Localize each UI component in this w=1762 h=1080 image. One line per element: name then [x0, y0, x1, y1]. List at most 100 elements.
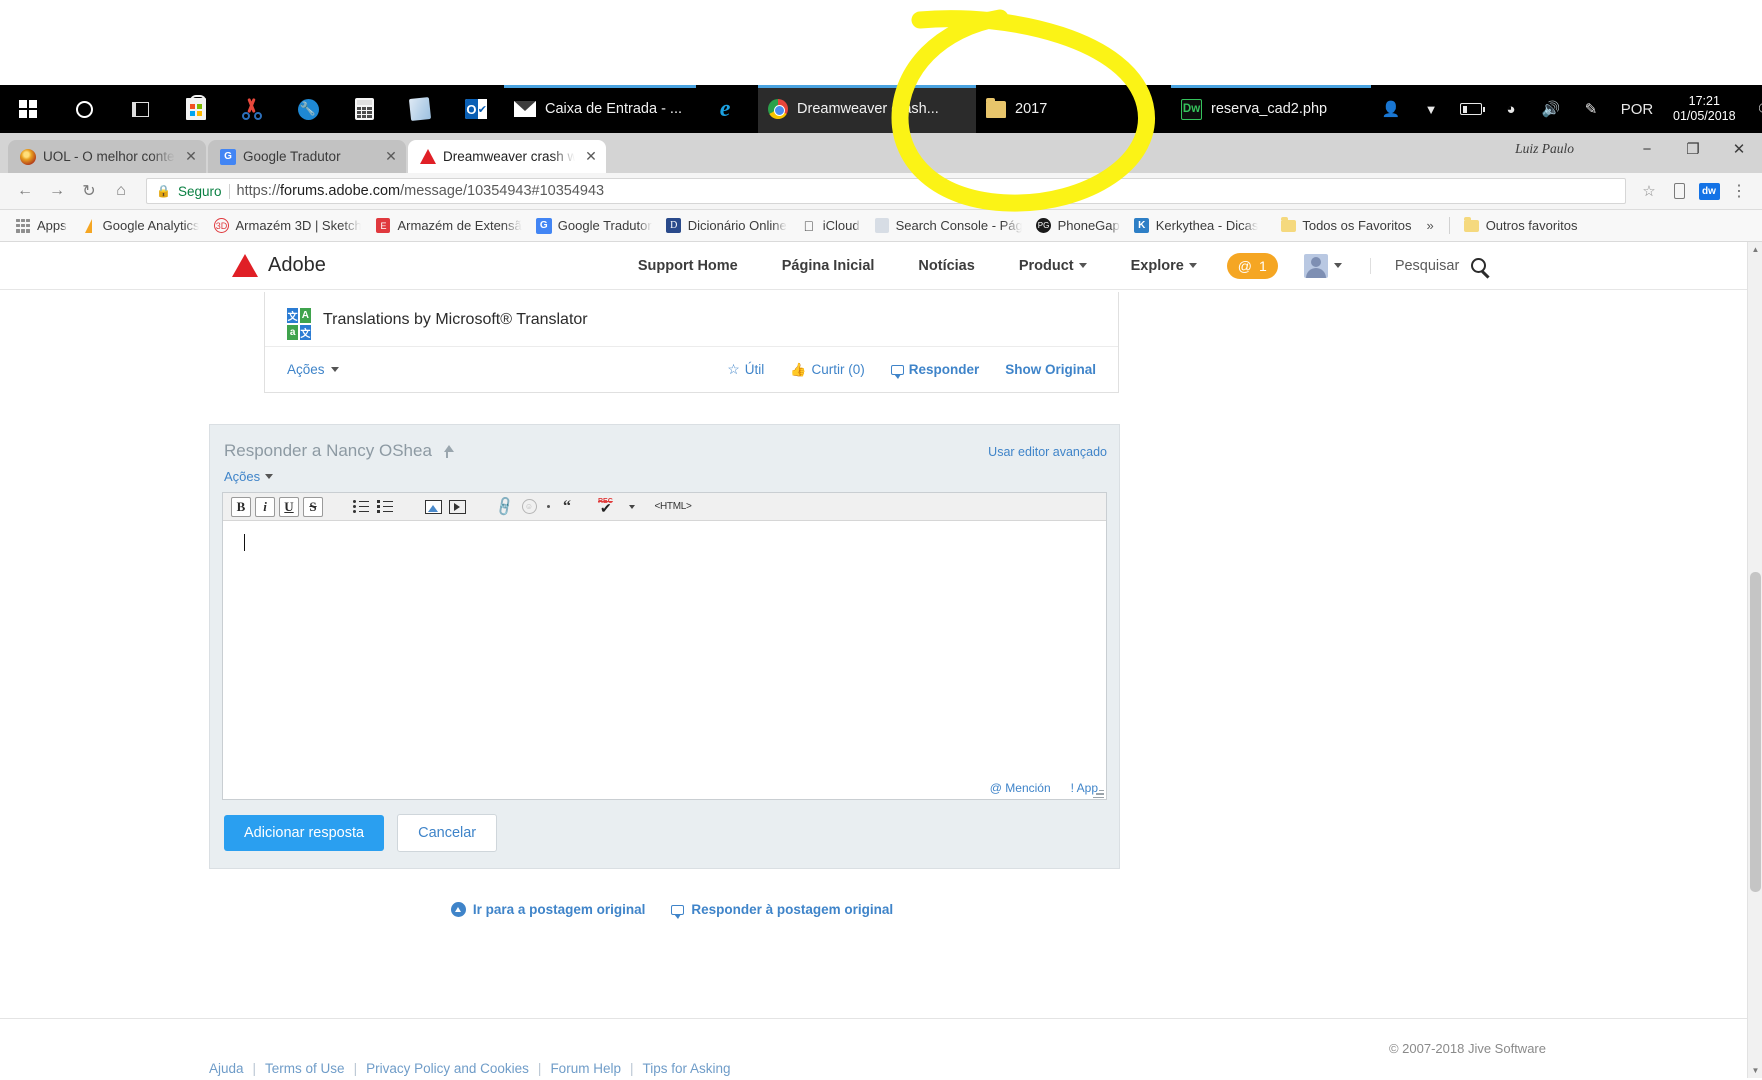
go-to-original-post-link[interactable]: Ir para a postagem original	[450, 902, 645, 917]
cancel-button[interactable]: Cancelar	[397, 814, 498, 852]
bookmark-phonegap[interactable]: PG PhoneGap	[1029, 215, 1127, 237]
mobile-device-icon[interactable]	[1666, 178, 1692, 204]
back-button[interactable]: ←	[10, 176, 40, 206]
adobe-logo[interactable]: Adobe	[232, 254, 326, 277]
pen-icon[interactable]: ✎	[1571, 85, 1611, 133]
taskbar-item-inbox[interactable]: Caixa de Entrada - ...	[504, 85, 697, 133]
bookmark-folder-todos-os-favoritos[interactable]: Todos os Favoritos	[1273, 215, 1418, 237]
mention-button[interactable]: @ Mención	[990, 781, 1051, 795]
scroll-up-arrow[interactable]: ▲	[1748, 242, 1762, 257]
taskbar-item-microsoft-store[interactable]	[168, 85, 224, 133]
browser-tab-google-tradutor[interactable]: G Google Tradutor ✕	[208, 140, 406, 173]
insert-video-button[interactable]	[447, 497, 467, 517]
reply-button[interactable]: Responder	[890, 362, 979, 379]
action-center-icon[interactable]: 🗨	[1746, 85, 1762, 133]
task-view-button[interactable]	[112, 85, 168, 133]
browser-tab-uol[interactable]: UOL - O melhor conteúdo ✕	[8, 140, 206, 173]
taskbar-item-outlook-icon[interactable]: O ✔	[448, 85, 504, 133]
bookmark-kerkythea[interactable]: K Kerkythea - Dicas	[1127, 215, 1266, 237]
taskbar-item-2017[interactable]: 2017	[976, 85, 1171, 133]
search-input[interactable]: Pesquisar	[1395, 258, 1459, 274]
maximize-button[interactable]: ❐	[1670, 133, 1716, 165]
battery-icon[interactable]	[1451, 85, 1491, 133]
bold-button[interactable]: B	[231, 496, 251, 517]
italic-button[interactable]: i	[255, 496, 275, 517]
start-button[interactable]	[0, 85, 56, 133]
post-actions-menu[interactable]: Ações	[287, 362, 339, 377]
close-button[interactable]: ✕	[1716, 133, 1762, 165]
reply-actions-menu[interactable]: Ações	[222, 461, 1107, 492]
bulleted-list-button[interactable]	[351, 497, 371, 517]
footer-link-privacy-policy[interactable]: Privacy Policy and Cookies	[357, 1061, 538, 1076]
numbered-list-button[interactable]	[375, 497, 395, 517]
bookmark-outros-favoritos[interactable]: Outros favoritos	[1457, 215, 1585, 237]
taskbar-item-sticky-notes[interactable]	[392, 85, 448, 133]
taskbar-item-support-assistant[interactable]: 🔧	[280, 85, 336, 133]
profile-name[interactable]: Luiz Paulo	[1515, 141, 1574, 157]
spellcheck-button[interactable]: REC ✔	[595, 497, 621, 517]
bookmark-search-console[interactable]: Search Console - Pág	[867, 215, 1029, 237]
address-bar[interactable]: 🔒 Seguro https://forums.adobe.com/messag…	[146, 178, 1626, 204]
bookmark-star-icon[interactable]: ☆	[1636, 178, 1662, 204]
clock[interactable]: 17:21 01/05/2018	[1663, 85, 1746, 133]
user-menu[interactable]	[1303, 253, 1342, 278]
taskbar-item-snipping-tool[interactable]	[224, 85, 280, 133]
nav-item-pagina-inicial[interactable]: Página Inicial	[760, 258, 897, 274]
bookmark-google-analytics[interactable]: Google Analytics	[74, 215, 207, 237]
resize-handle[interactable]	[1093, 787, 1104, 798]
footer-link-tips-for-asking[interactable]: Tips for Asking	[633, 1061, 739, 1076]
taskbar-item-edge[interactable]: e	[696, 85, 758, 133]
helpful-button[interactable]: ☆ Útil	[727, 361, 764, 378]
forward-button[interactable]: →	[42, 176, 72, 206]
mentions-badge[interactable]: @ 1	[1226, 252, 1278, 279]
quote-button[interactable]: “	[557, 497, 577, 517]
bookmarks-overflow-button[interactable]: »	[1418, 218, 1441, 233]
nav-item-noticias[interactable]: Notícias	[896, 258, 996, 274]
reload-button[interactable]: ↻	[74, 176, 104, 206]
minimize-button[interactable]: −	[1624, 133, 1670, 165]
collapse-icon[interactable]	[441, 444, 454, 458]
like-button[interactable]: 👍 Curtir (0)	[790, 362, 864, 378]
people-icon[interactable]: 👤	[1371, 85, 1411, 133]
bookmark-apps[interactable]: Apps	[8, 215, 74, 237]
bookmark-google-tradutor[interactable]: G Google Tradutor	[529, 215, 659, 237]
bookmark-armazem-extensoes[interactable]: E Armazém de Extensã	[368, 215, 528, 237]
scrollbar-thumb[interactable]	[1750, 572, 1761, 892]
taskbar-item-calculator[interactable]	[336, 85, 392, 133]
nav-item-product[interactable]: Product	[997, 258, 1109, 274]
home-button[interactable]: ⌂	[106, 176, 136, 206]
site-search[interactable]: Pesquisar	[1369, 257, 1487, 274]
editor-body[interactable]: @ Mención ! App	[223, 521, 1106, 799]
nav-item-support-home[interactable]: Support Home	[616, 258, 760, 274]
taskbar-item-dreamweaver-crash[interactable]: Dreamweaver crash...	[758, 85, 977, 133]
html-source-button[interactable]: <HTML>	[653, 497, 693, 517]
search-icon[interactable]	[1471, 258, 1487, 273]
advanced-editor-link[interactable]: Usar editor avançado	[988, 441, 1107, 459]
page-scrollbar[interactable]: ▲ ▼	[1747, 242, 1762, 1078]
scroll-down-arrow[interactable]: ▼	[1748, 1063, 1762, 1078]
browser-tab-dreamweaver-crash[interactable]: Dreamweaver crash wind ✕	[408, 140, 606, 173]
close-icon[interactable]: ✕	[582, 148, 600, 166]
wifi-icon[interactable]: ◕	[1491, 85, 1531, 133]
volume-icon[interactable]: 🔊	[1531, 85, 1571, 133]
chevron-up-icon[interactable]: ▼	[1411, 85, 1451, 133]
more-options-icon[interactable]	[543, 497, 553, 517]
add-reply-button[interactable]: Adicionar resposta	[224, 815, 385, 851]
bookmark-dicionario-online[interactable]: D Dicionário Online	[659, 215, 794, 237]
reply-to-original-post-link[interactable]: Responder à postagem original	[671, 902, 893, 919]
cortana-search-button[interactable]	[56, 85, 112, 133]
bookmark-armazem-3d[interactable]: 3D Armazém 3D | Sketch	[206, 215, 368, 237]
spellcheck-dropdown-button[interactable]	[625, 497, 639, 517]
close-icon[interactable]: ✕	[182, 148, 200, 166]
close-icon[interactable]: ✕	[382, 148, 400, 166]
footer-link-terms-of-use[interactable]: Terms of Use	[256, 1061, 354, 1076]
emoticon-button[interactable]: ☺	[519, 497, 539, 517]
footer-link-forum-help[interactable]: Forum Help	[541, 1061, 630, 1076]
chrome-menu-button[interactable]: ⋮	[1726, 178, 1752, 204]
dreamweaver-extension-icon[interactable]: dw	[1696, 178, 1722, 204]
nav-item-explore[interactable]: Explore	[1109, 258, 1219, 274]
bookmark-icloud[interactable]:  iCloud	[794, 215, 867, 237]
language-indicator[interactable]: POR	[1611, 85, 1663, 133]
show-original-button[interactable]: Show Original	[1005, 362, 1096, 377]
taskbar-item-reserva-cad2[interactable]: Dw reserva_cad2.php	[1171, 85, 1372, 133]
